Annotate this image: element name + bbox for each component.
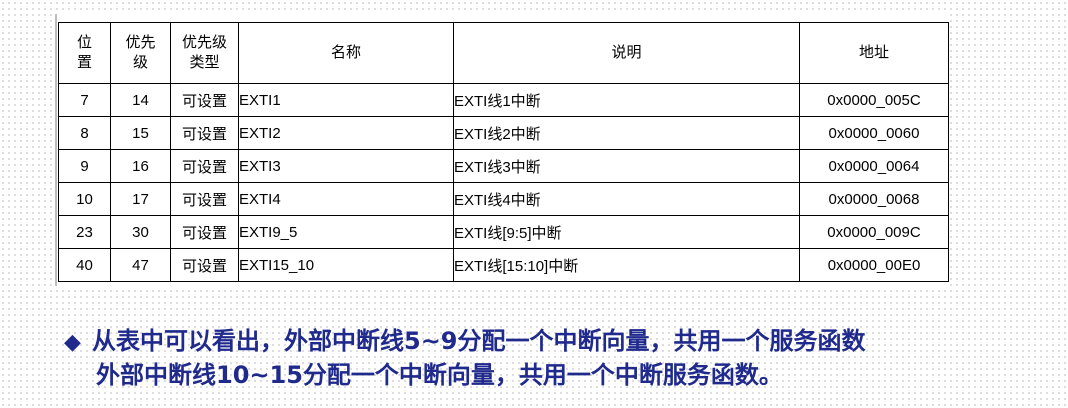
cell-priority: 15 <box>110 116 171 150</box>
cell-priority-type: 可设置 <box>170 182 239 216</box>
cell-priority: 14 <box>110 83 171 117</box>
cell-description: EXTI线3中断 <box>453 149 800 183</box>
diamond-bullet-icon: ◆ <box>64 330 81 355</box>
cell-address: 0x0000_0060 <box>799 116 949 150</box>
summary-note-line-2: 外部中断线10~15分配一个中断向量，共用一个中断服务函数。 <box>96 361 783 389</box>
cell-description: EXTI线[9:5]中断 <box>453 215 800 249</box>
cell-description: EXTI线1中断 <box>453 83 800 117</box>
header-description: 说明 <box>453 22 800 84</box>
cell-position: 10 <box>58 182 111 216</box>
table-row: 7 14 可设置 EXTI1 EXTI线1中断 0x0000_005C <box>58 83 949 117</box>
summary-note: ◆ 从表中可以看出，外部中断线5~9分配一个中断向量，共用一个服务函数 外部中断线… <box>64 325 866 391</box>
cell-priority-type: 可设置 <box>170 215 239 249</box>
cell-description: EXTI线4中断 <box>453 182 800 216</box>
table-row: 9 16 可设置 EXTI3 EXTI线3中断 0x0000_0064 <box>58 149 949 183</box>
cell-name: EXTI2 <box>238 116 454 150</box>
cell-priority-type: 可设置 <box>170 116 239 150</box>
cell-priority: 30 <box>110 215 171 249</box>
cell-description: EXTI线[15:10]中断 <box>453 248 800 282</box>
cell-priority: 17 <box>110 182 171 216</box>
cell-position: 9 <box>58 149 111 183</box>
cell-address: 0x0000_005C <box>799 83 949 117</box>
cell-name: EXTI3 <box>238 149 454 183</box>
interrupt-vector-table-panel: 位置 优先级 优先级 类型 名称 说明 地址 7 14 可设置 EXTI1 EXT… <box>55 14 950 286</box>
table-row: 8 15 可设置 EXTI2 EXTI线2中断 0x0000_0060 <box>58 116 949 150</box>
header-position: 位置 <box>58 22 111 84</box>
cell-description: EXTI线2中断 <box>453 116 800 150</box>
header-priority: 优先级 <box>110 22 171 84</box>
cell-name: EXTI15_10 <box>238 248 454 282</box>
interrupt-vector-table: 位置 优先级 优先级 类型 名称 说明 地址 7 14 可设置 EXTI1 EXT… <box>58 22 949 282</box>
cell-address: 0x0000_00E0 <box>799 248 949 282</box>
table-row: 10 17 可设置 EXTI4 EXTI线4中断 0x0000_0068 <box>58 182 949 216</box>
cell-priority: 47 <box>110 248 171 282</box>
cell-position: 8 <box>58 116 111 150</box>
cell-address: 0x0000_0068 <box>799 182 949 216</box>
cell-position: 23 <box>58 215 111 249</box>
header-priority-type: 优先级 类型 <box>170 22 239 84</box>
table-row: 40 47 可设置 EXTI15_10 EXTI线[15:10]中断 0x000… <box>58 248 949 282</box>
cell-name: EXTI4 <box>238 182 454 216</box>
table-header-row: 位置 优先级 优先级 类型 名称 说明 地址 <box>58 22 949 84</box>
cell-address: 0x0000_0064 <box>799 149 949 183</box>
cell-position: 40 <box>58 248 111 282</box>
cell-priority-type: 可设置 <box>170 248 239 282</box>
summary-note-line-1: ◆ 从表中可以看出，外部中断线5~9分配一个中断向量，共用一个服务函数 <box>64 325 866 359</box>
header-name: 名称 <box>238 22 454 84</box>
table-row: 23 30 可设置 EXTI9_5 EXTI线[9:5]中断 0x0000_00… <box>58 215 949 249</box>
cell-priority-type: 可设置 <box>170 83 239 117</box>
cell-name: EXTI9_5 <box>238 215 454 249</box>
cell-position: 7 <box>58 83 111 117</box>
header-address: 地址 <box>799 22 949 84</box>
summary-note-text-1: 从表中可以看出，外部中断线5~9分配一个中断向量，共用一个服务函数 <box>92 327 866 355</box>
cell-priority: 16 <box>110 149 171 183</box>
cell-priority-type: 可设置 <box>170 149 239 183</box>
cell-address: 0x0000_009C <box>799 215 949 249</box>
cell-name: EXTI1 <box>238 83 454 117</box>
